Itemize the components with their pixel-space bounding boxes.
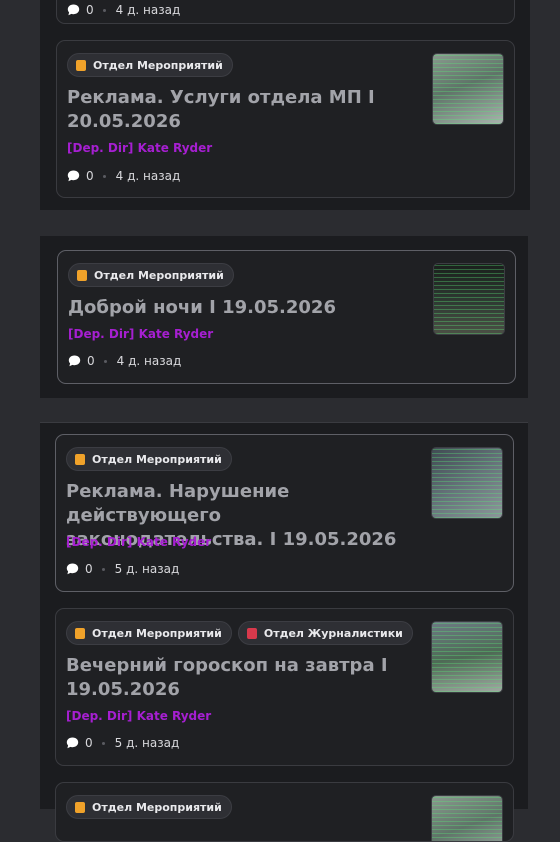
post-author[interactable]: [Dep. Dir] Kate Ryder (66, 709, 211, 723)
comment-count: 0 (86, 3, 94, 17)
post-title[interactable]: Реклама. Услуги отдела МП I 20.05.2026 (67, 86, 407, 134)
folder-icon (75, 627, 85, 639)
comment-count: 0 (85, 736, 93, 750)
post-author[interactable]: [Dep. Dir] Kate Ryder (67, 141, 212, 155)
tag-events-department[interactable]: Отдел Мероприятий (66, 795, 232, 819)
post-time: 4 д. назад (115, 169, 181, 183)
post-time: 4 д. назад (115, 3, 181, 17)
tag-label: Отдел Мероприятий (92, 452, 222, 466)
post-meta: 0 5 д. назад (66, 736, 179, 750)
section-divider (0, 210, 560, 236)
folder-icon (75, 801, 85, 813)
post-card[interactable]: Отдел Мероприятий Доброй ночи I 19.05.20… (57, 250, 516, 384)
post-meta: 0 4 д. назад (68, 354, 181, 368)
post-card[interactable]: Отдел Мероприятий Реклама. Нарушение дей… (55, 434, 514, 592)
book-icon (246, 627, 257, 639)
comment-icon (68, 355, 81, 367)
post-thumbnail[interactable] (431, 795, 503, 841)
tag-label: Отдел Мероприятий (94, 268, 224, 282)
folder-icon (76, 59, 86, 71)
thumbnail-overlay (432, 796, 502, 841)
post-author[interactable]: [Dep. Dir] Kate Ryder (66, 535, 211, 549)
post-time: 5 д. назад (114, 562, 180, 576)
comment-count: 0 (87, 354, 95, 368)
post-card-partial[interactable]: 0 4 д. назад (56, 0, 515, 24)
post-author[interactable]: [Dep. Dir] Kate Ryder (68, 327, 213, 341)
meta-separator (101, 567, 105, 571)
post-meta: 0 4 д. назад (67, 3, 180, 17)
tag-events-department[interactable]: Отдел Мероприятий (68, 263, 234, 287)
folder-icon (77, 269, 87, 281)
tag-events-department[interactable]: Отдел Мероприятий (66, 621, 232, 645)
comment-count: 0 (86, 169, 94, 183)
post-thumbnail[interactable] (433, 263, 505, 335)
comment-count: 0 (85, 562, 93, 576)
post-card[interactable]: Отдел Мероприятий Реклама. Услуги отдела… (56, 40, 515, 198)
thumbnail-overlay (432, 622, 502, 692)
tag-label: Отдел Мероприятий (92, 626, 222, 640)
post-meta: 0 5 д. назад (66, 562, 179, 576)
thumbnail-overlay (432, 448, 502, 518)
post-thumbnail[interactable] (431, 447, 503, 519)
tag-label: Отдел Мероприятий (92, 800, 222, 814)
comment-icon (66, 563, 79, 575)
post-title[interactable]: Вечерний гороскоп на завтра I 19.05.2026 (66, 654, 406, 702)
tag-events-department[interactable]: Отдел Мероприятий (66, 447, 232, 471)
post-thumbnail[interactable] (432, 53, 504, 125)
meta-separator (103, 359, 107, 363)
meta-separator (102, 174, 106, 178)
post-tags: Отдел Мероприятий (67, 53, 233, 77)
post-card[interactable]: Отдел Мероприятий Отдел Журналистики Веч… (55, 608, 514, 766)
post-tags: Отдел Мероприятий (66, 447, 232, 471)
post-card-partial[interactable]: Отдел Мероприятий (55, 782, 514, 842)
post-tags: Отдел Мероприятий (68, 263, 234, 287)
comment-icon (67, 4, 80, 16)
post-tags: Отдел Мероприятий Отдел Журналистики (66, 621, 413, 645)
tag-journalism-department[interactable]: Отдел Журналистики (237, 621, 413, 645)
post-thumbnail[interactable] (431, 621, 503, 693)
meta-separator (102, 8, 106, 12)
comment-icon (66, 737, 79, 749)
thumbnail-overlay (434, 264, 504, 334)
tag-label: Отдел Журналистики (263, 626, 403, 640)
tag-label: Отдел Мероприятий (93, 58, 223, 72)
post-time: 4 д. назад (116, 354, 182, 368)
comment-icon (67, 170, 80, 182)
post-tags: Отдел Мероприятий (66, 795, 232, 819)
meta-separator (101, 741, 105, 745)
post-title[interactable]: Доброй ночи I 19.05.2026 (68, 296, 408, 320)
post-meta: 0 4 д. назад (67, 169, 180, 183)
thumbnail-overlay (433, 54, 503, 124)
folder-icon (75, 453, 85, 465)
section-divider (0, 398, 560, 422)
tag-events-department[interactable]: Отдел Мероприятий (67, 53, 233, 77)
post-time: 5 д. назад (114, 736, 180, 750)
